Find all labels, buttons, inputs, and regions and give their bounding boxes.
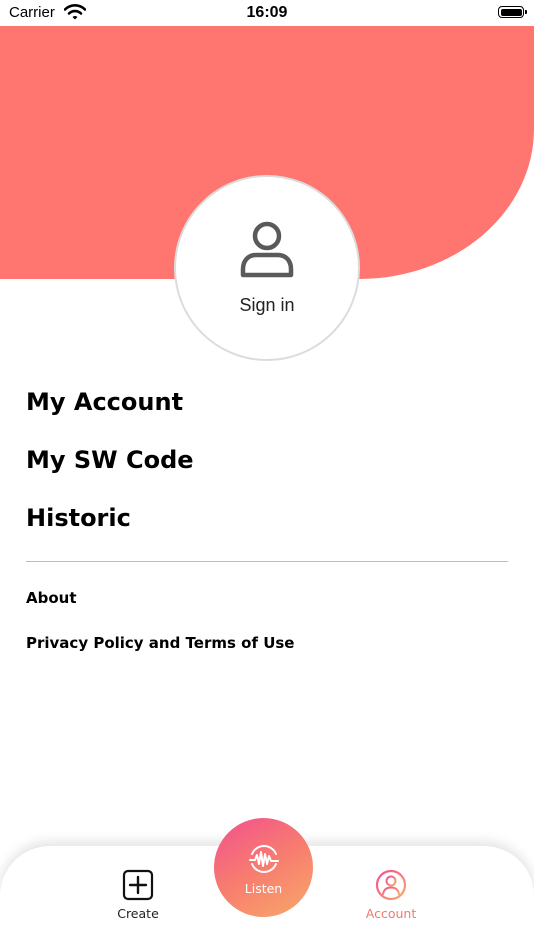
account-circle-icon [375,869,407,901]
tab-create-label: Create [117,906,159,921]
soundwave-icon [249,845,279,873]
menu-item-about[interactable]: About [26,589,77,607]
status-bar: Carrier 16:09 [0,0,534,26]
listen-button[interactable]: Listen [214,818,313,917]
menu-item-my-sw-code[interactable]: My SW Code [26,446,194,474]
clock: 16:09 [246,4,288,21]
menu-item-privacy-policy[interactable]: Privacy Policy and Terms of Use [26,634,294,652]
menu-divider [26,561,508,562]
menu-item-historic[interactable]: Historic [26,504,131,532]
plus-square-icon [122,869,154,901]
person-outline-icon [240,221,294,278]
battery-icon [498,6,527,18]
menu-item-my-account[interactable]: My Account [26,388,183,416]
sign-in-label: Sign in [239,295,295,315]
tab-account-label: Account [365,906,417,921]
listen-label: Listen [244,881,283,896]
tab-create[interactable]: Create [78,868,198,921]
sign-in-button[interactable]: Sign in [174,175,360,361]
tab-account[interactable]: Account [331,868,451,921]
